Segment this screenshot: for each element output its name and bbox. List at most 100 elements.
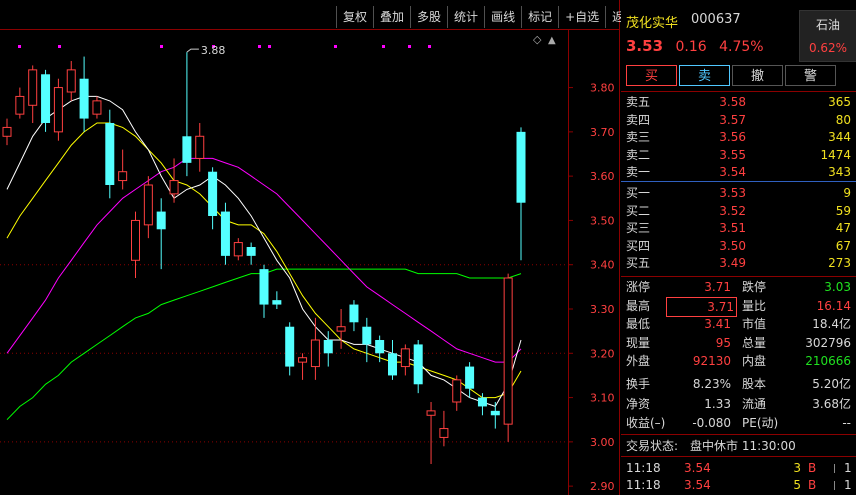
bid-row[interactable]: 买一 3.53 9 — [626, 185, 851, 201]
stat-row: 净资 1.33 流通 3.68亿 — [626, 395, 851, 413]
divider — [621, 91, 856, 92]
tick-count: 1 — [844, 478, 852, 492]
candle-body — [92, 100, 102, 115]
stat-row: 最高 3.71 量比 16.14 — [626, 296, 851, 317]
tick-side: B — [808, 478, 817, 492]
stat-row: 现量 95 总量 302796 — [626, 334, 851, 352]
candle-body — [2, 126, 12, 137]
stat-label: 外盘 — [626, 354, 651, 369]
stat-row: 收益(–) -0.080 PE(动) -- — [626, 414, 851, 432]
candle-body — [388, 353, 397, 376]
stat-label: 现量 — [626, 335, 651, 350]
trade-status-label: 交易状态: — [626, 439, 679, 453]
bid-row[interactable]: 买四 3.50 67 — [626, 238, 851, 254]
chart-background — [0, 0, 620, 495]
stat-value: 210666 — [805, 354, 851, 369]
event-marker — [258, 45, 261, 48]
level-label: 卖五 — [626, 95, 651, 109]
event-marker — [18, 45, 21, 48]
candle-body — [259, 269, 269, 305]
stat-value: 3.68亿 — [812, 396, 851, 411]
stat-row: 换手 8.23% 股本 5.20亿 — [626, 375, 851, 393]
buy-button[interactable]: 买 — [626, 65, 677, 86]
candle-body — [362, 326, 372, 345]
stat-value: 5.20亿 — [812, 377, 851, 391]
y-tick-label: 3.40 — [590, 259, 615, 272]
ask-row[interactable]: 卖四 3.57 80 — [626, 112, 851, 128]
statistics-button[interactable]: 统计 — [447, 6, 484, 28]
level-label: 买一 — [626, 186, 651, 200]
candle-body — [336, 326, 346, 332]
tick-row: 11:18 3.54 3 B 1 — [626, 460, 852, 476]
stat-label: 涨停 — [626, 280, 651, 294]
stat-value: 3.71 — [704, 280, 731, 294]
bid-row[interactable]: 买三 3.51 47 — [626, 220, 851, 236]
candle-body — [208, 171, 218, 216]
level-volume: 9 — [843, 186, 851, 200]
ask-row[interactable]: 卖五 3.58 365 — [626, 94, 851, 110]
candle-body — [375, 340, 385, 354]
tick-count-bar — [834, 481, 835, 490]
stat-value: 92130 — [692, 354, 731, 369]
draw-line-button[interactable]: 画线 — [484, 6, 521, 28]
add-watchlist-button[interactable]: +自选 — [558, 6, 605, 28]
stat-value: 1.33 — [704, 396, 731, 411]
candle-body — [413, 344, 423, 385]
alert-button[interactable]: 警 — [785, 65, 836, 86]
candle-body — [323, 340, 333, 354]
candle-body — [298, 357, 308, 363]
sector-name: 石油 — [815, 18, 840, 32]
candle-body — [131, 219, 140, 261]
candle-body — [439, 428, 449, 438]
candle-body — [15, 95, 25, 115]
level-volume: 80 — [835, 112, 851, 127]
overlay-button[interactable]: 叠加 — [373, 6, 410, 28]
level-price: 3.56 — [719, 130, 746, 144]
y-tick-label: 2.90 — [590, 480, 615, 493]
ask-row[interactable]: 卖一 3.54 343 — [626, 164, 851, 180]
last-price: 3.53 — [626, 37, 664, 55]
candle-body — [143, 184, 153, 226]
event-marker — [382, 45, 385, 48]
kline-chart[interactable]: 3.80 3.70 3.60 3.50 3.40 3.30 3.20 3.10 3.00 2.90… — [0, 0, 620, 495]
event-marker — [408, 45, 411, 48]
cancel-order-button[interactable]: 撤 — [732, 65, 783, 86]
level-price: 3.52 — [719, 203, 746, 218]
tick-count-bar — [834, 464, 835, 473]
multi-stock-button[interactable]: 多股 — [410, 6, 447, 28]
level-price: 3.53 — [719, 186, 746, 200]
event-marker — [160, 45, 163, 48]
stock-name: 茂化实华 — [626, 16, 679, 31]
price-change: 0.16 — [675, 39, 707, 55]
candle-body — [477, 397, 487, 407]
candle-body — [53, 87, 63, 133]
candle-body — [66, 69, 76, 93]
restore-rights-button[interactable]: 复权 — [336, 6, 373, 28]
candle-body — [28, 69, 38, 106]
bid-row[interactable]: 买二 3.52 59 — [626, 203, 851, 219]
divider — [621, 276, 856, 277]
sector-badge[interactable]: 石油 0.62% — [799, 10, 856, 62]
stat-value: 3.03 — [824, 280, 851, 294]
divider — [621, 456, 856, 457]
stat-value: 3.71 — [666, 296, 737, 317]
bid-row[interactable]: 买五 3.49 273 — [626, 255, 851, 271]
divider — [621, 434, 856, 435]
tick-price: 3.54 — [684, 478, 711, 492]
level-volume: 67 — [835, 238, 851, 253]
stat-label: 最高 — [626, 298, 651, 313]
event-marker — [428, 45, 431, 48]
event-marker — [58, 45, 61, 48]
candle-body — [233, 242, 243, 257]
y-tick-label: 3.80 — [590, 82, 615, 95]
level-price: 3.54 — [719, 165, 746, 179]
quote-panel: 茂化实华 000637 石油 0.62% 3.53 0.16 4.75% 买 卖… — [621, 0, 856, 495]
ask-row[interactable]: 卖三 3.56 344 — [626, 129, 851, 145]
level-volume: 1474 — [820, 147, 851, 162]
ask-row[interactable]: 卖二 3.55 1474 — [626, 147, 851, 163]
mark-button[interactable]: 标记 — [521, 6, 558, 28]
sell-button[interactable]: 卖 — [679, 65, 730, 86]
level-price: 3.51 — [719, 221, 746, 235]
level-volume: 365 — [828, 95, 851, 109]
y-tick-label: 3.20 — [590, 347, 615, 360]
